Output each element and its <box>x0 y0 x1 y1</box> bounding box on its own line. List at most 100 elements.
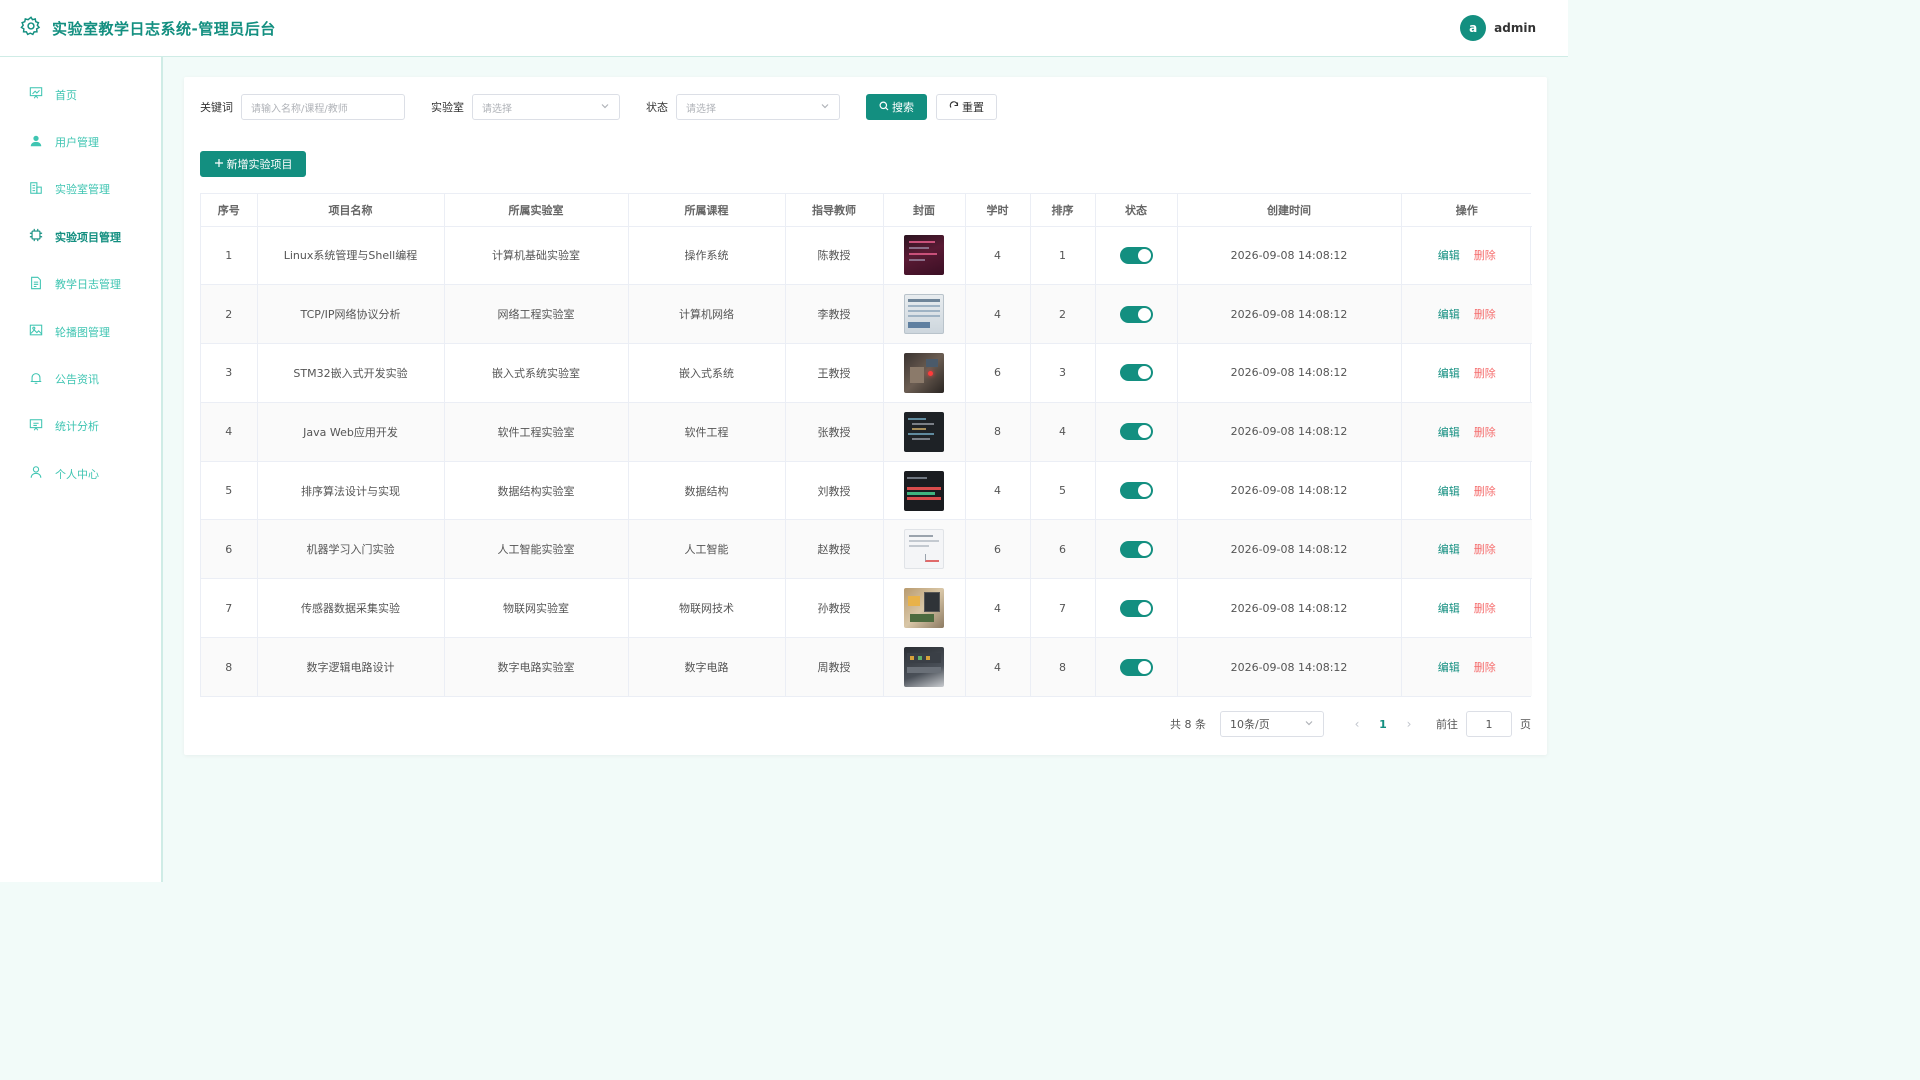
sidebar-item-stats[interactable]: 统计分析 <box>0 403 161 450</box>
add-project-button[interactable]: 新增实验项目 <box>200 151 306 177</box>
sidebar-item-label: 首页 <box>55 88 77 102</box>
status-toggle[interactable] <box>1119 364 1153 382</box>
cell-status <box>1095 578 1178 639</box>
edit-link[interactable]: 编辑 <box>1438 367 1460 380</box>
cell-actions: 编辑 删除 <box>1401 461 1532 521</box>
cover-thumbnail[interactable] <box>904 470 944 511</box>
sidebar-item-users[interactable]: 用户管理 <box>0 118 161 165</box>
status-toggle[interactable] <box>1119 246 1153 264</box>
lab-select-placeholder: 请选择 <box>482 103 512 115</box>
edit-link[interactable]: 编辑 <box>1438 308 1460 321</box>
status-toggle[interactable] <box>1119 423 1153 441</box>
sidebar-item-profile[interactable]: 个人中心 <box>0 450 161 497</box>
cell-hours: 4 <box>965 578 1031 639</box>
cell-no: 3 <box>201 343 258 403</box>
cell-no: 4 <box>201 402 258 462</box>
delete-link[interactable]: 删除 <box>1474 308 1496 321</box>
cover-thumbnail[interactable] <box>904 235 944 276</box>
cell-status <box>1095 402 1178 462</box>
avatar[interactable]: a <box>1460 15 1487 41</box>
sidebar-item-notices[interactable]: 公告资讯 <box>0 355 161 402</box>
sidebar-item-logs[interactable]: 教学日志管理 <box>0 261 161 308</box>
sidebar-item-label: 教学日志管理 <box>55 278 121 292</box>
user-menu[interactable]: a admin <box>1460 15 1548 41</box>
cpu-chip-icon <box>29 228 43 245</box>
status-toggle[interactable] <box>1119 305 1153 323</box>
cover-thumbnail[interactable] <box>904 294 944 335</box>
cell-name: Java Web应用开发 <box>257 402 445 462</box>
sidebar-item-carousel[interactable]: 轮播图管理 <box>0 308 161 355</box>
cell-cover <box>883 226 966 286</box>
status-select[interactable]: 请选择 <box>676 94 840 120</box>
cell-no: 1 <box>201 226 258 286</box>
column-header: 创建时间 <box>1177 194 1402 227</box>
edit-link[interactable]: 编辑 <box>1438 543 1460 556</box>
cell-lab: 计算机基础实验室 <box>444 226 629 286</box>
edit-link[interactable]: 编辑 <box>1438 485 1460 498</box>
column-header: 所属课程 <box>628 194 786 227</box>
cell-actions: 编辑 删除 <box>1401 226 1532 286</box>
cell-teacher: 周教授 <box>785 637 884 697</box>
column-header: 排序 <box>1030 194 1096 227</box>
cover-thumbnail[interactable] <box>904 352 944 393</box>
goto-page-input[interactable]: 1 <box>1466 711 1512 737</box>
cell-created: 2026-09-08 14:08:12 <box>1177 402 1402 462</box>
search-button[interactable]: 搜索 <box>866 94 927 120</box>
edit-link[interactable]: 编辑 <box>1438 249 1460 262</box>
cell-order: 7 <box>1030 578 1096 639</box>
cell-course: 数据结构 <box>628 461 786 521</box>
pagination-total: 共 8 条 <box>1170 718 1206 731</box>
edit-link[interactable]: 编辑 <box>1438 426 1460 439</box>
delete-link[interactable]: 删除 <box>1474 602 1496 615</box>
cell-cover <box>883 402 966 462</box>
delete-link[interactable]: 删除 <box>1474 543 1496 556</box>
user-icon <box>29 134 43 151</box>
cover-thumbnail[interactable] <box>904 411 944 452</box>
sidebar-item-labs[interactable]: 实验室管理 <box>0 166 161 213</box>
cover-thumbnail[interactable] <box>904 588 944 629</box>
status-toggle[interactable] <box>1119 599 1153 617</box>
keyword-input[interactable]: 请输入名称/课程/教师 <box>241 94 405 120</box>
bell-icon <box>29 371 43 388</box>
cell-actions: 编辑 删除 <box>1401 519 1532 580</box>
delete-link[interactable]: 删除 <box>1474 661 1496 674</box>
page-number-current[interactable]: 1 <box>1370 718 1396 731</box>
cover-thumbnail[interactable] <box>904 647 944 688</box>
delete-link[interactable]: 删除 <box>1474 367 1496 380</box>
next-page-button[interactable]: › <box>1396 717 1422 731</box>
cell-course: 物联网技术 <box>628 578 786 639</box>
edit-link[interactable]: 编辑 <box>1438 661 1460 674</box>
status-toggle[interactable] <box>1119 482 1153 500</box>
lab-select[interactable]: 请选择 <box>472 94 620 120</box>
page-size-value: 10条/页 <box>1230 718 1270 731</box>
sidebar-item-projects[interactable]: 实验项目管理 <box>0 213 161 260</box>
cell-lab: 软件工程实验室 <box>444 402 629 462</box>
cell-cover <box>883 284 966 345</box>
cell-name: 排序算法设计与实现 <box>257 461 445 521</box>
username[interactable]: admin <box>1494 21 1536 35</box>
status-toggle[interactable] <box>1119 658 1153 676</box>
page-size-select[interactable]: 10条/页 <box>1220 711 1324 737</box>
cell-status <box>1095 343 1178 403</box>
delete-link[interactable]: 删除 <box>1474 485 1496 498</box>
table-row: 6 机器学习入门实验 人工智能实验室 人工智能 赵教授 6 6 2026-09-… <box>201 519 1532 580</box>
cell-actions: 编辑 删除 <box>1401 402 1532 462</box>
status-toggle[interactable] <box>1119 540 1153 558</box>
edit-link[interactable]: 编辑 <box>1438 602 1460 615</box>
cell-course: 操作系统 <box>628 226 786 286</box>
reset-button[interactable]: 重置 <box>936 94 997 120</box>
cell-teacher: 孙教授 <box>785 578 884 639</box>
page-suffix: 页 <box>1520 718 1531 731</box>
cell-cover <box>883 519 966 580</box>
delete-link[interactable]: 删除 <box>1474 426 1496 439</box>
prev-page-button[interactable]: ‹ <box>1344 717 1370 731</box>
delete-link[interactable]: 删除 <box>1474 249 1496 262</box>
table-row: 3 STM32嵌入式开发实验 嵌入式系统实验室 嵌入式系统 王教授 6 3 20… <box>201 343 1532 403</box>
table-row: 7 传感器数据采集实验 物联网实验室 物联网技术 孙教授 4 7 2026-09… <box>201 578 1532 639</box>
sidebar-item-home[interactable]: 首页 <box>0 71 161 118</box>
cell-created: 2026-09-08 14:08:12 <box>1177 519 1402 580</box>
cell-created: 2026-09-08 14:08:12 <box>1177 461 1402 521</box>
cover-thumbnail[interactable] <box>904 529 944 570</box>
cell-name: Linux系统管理与Shell编程 <box>257 226 445 286</box>
search-button-label: 搜索 <box>892 101 914 114</box>
